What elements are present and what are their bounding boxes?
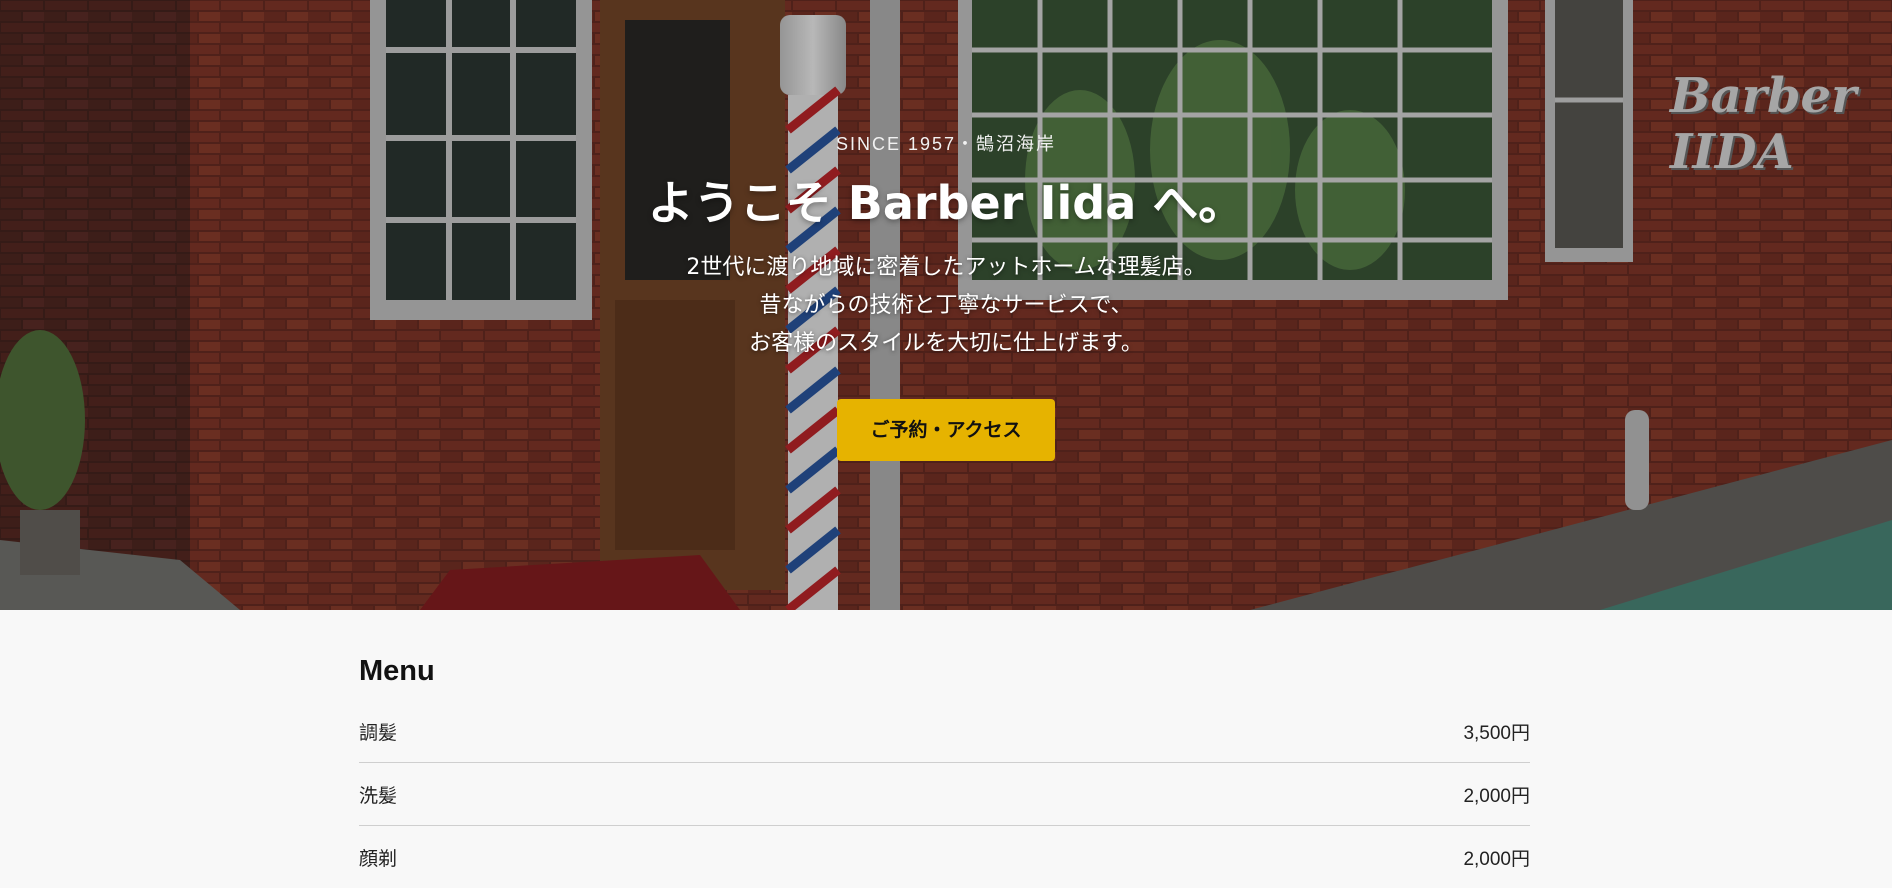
menu-item: 調髪 3,500円 (359, 700, 1530, 763)
menu-item-name: 調髪 (359, 721, 398, 744)
tagline-line: 昔ながらの技術と丁寧なサービスで、 (759, 293, 1133, 318)
menu-item: 顔剃 2,000円 (359, 826, 1530, 888)
hero-tagline: 2世代に渡り地域に密着したアットホームな理髪店。 昔ながらの技術と丁寧なサービス… (0, 249, 1892, 363)
since-label: SINCE 1957・鵠沼海岸 (835, 134, 1057, 154)
hero-content: SINCE 1957・鵠沼海岸 ようこそ Barber Iida へ。 2世代に… (0, 0, 1892, 461)
hero-heading: ようこそ Barber Iida へ。 (647, 176, 1245, 230)
menu-item-name: 洗髪 (359, 784, 398, 807)
tagline-line: 2世代に渡り地域に密着したアットホームな理髪店。 (686, 255, 1206, 280)
reservation-access-button[interactable]: ご予約・アクセス (837, 399, 1055, 461)
menu-title: Menu (359, 655, 435, 687)
menu-item-price: 3,500円 (1463, 722, 1530, 744)
menu-container: Menu 調髪 3,500円 洗髪 2,000円 顔剃 2,000円 (359, 610, 1530, 888)
menu-item-price: 2,000円 (1463, 848, 1530, 870)
menu-item-name: 顔剃 (359, 847, 398, 870)
tagline-line: お客様のスタイルを大切に仕上げます。 (749, 331, 1143, 356)
menu-list: 調髪 3,500円 洗髪 2,000円 顔剃 2,000円 (359, 700, 1530, 888)
hero-section: Barber IIDA SINCE 1957・鵠沼海岸 ようこそ Barber … (0, 0, 1892, 610)
menu-section: Menu 調髪 3,500円 洗髪 2,000円 顔剃 2,000円 (0, 610, 1892, 870)
menu-item: 洗髪 2,000円 (359, 763, 1530, 826)
menu-item-price: 2,000円 (1463, 785, 1530, 807)
